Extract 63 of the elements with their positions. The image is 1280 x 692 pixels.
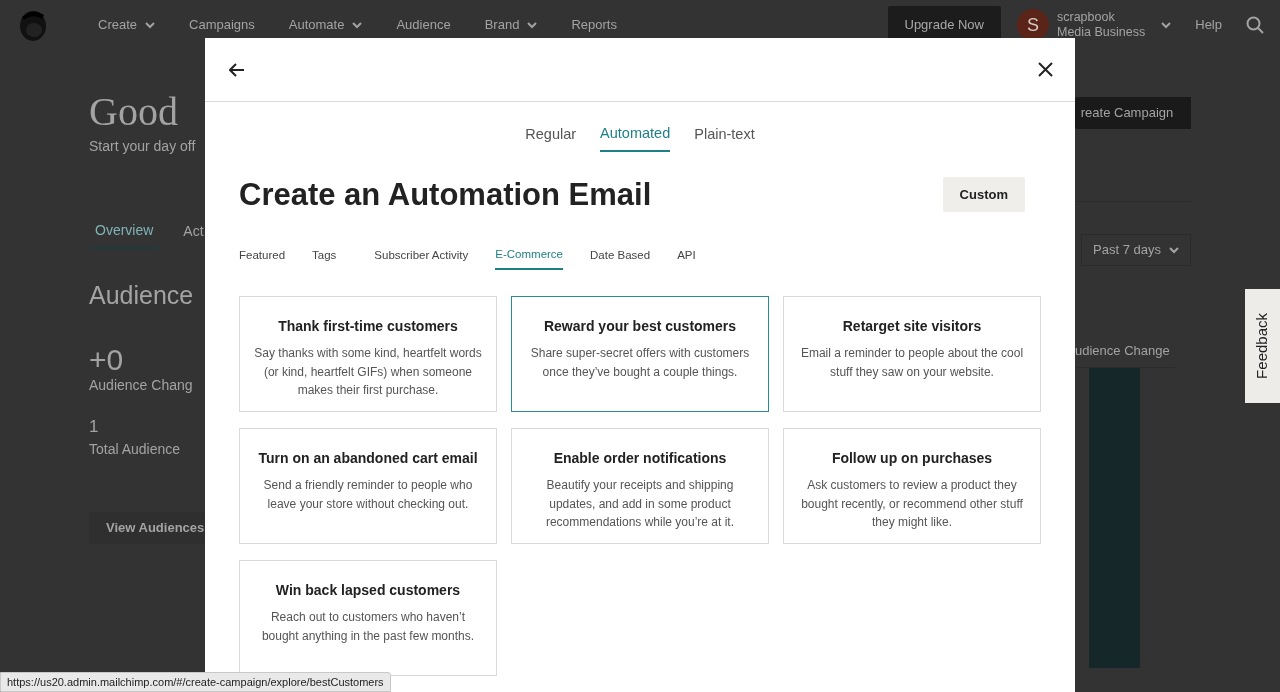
- category-tab[interactable]: E-Commerce: [495, 245, 563, 271]
- category-tab[interactable]: Date Based: [590, 245, 651, 271]
- view-audiences-button[interactable]: View Audiences: [89, 512, 205, 544]
- automation-card[interactable]: Follow up on purchases Ask customers to review a product they bought recently, or recommend other stuff they might like.: [783, 428, 1041, 545]
- chevron-down-icon[interactable]: [1161, 21, 1172, 29]
- period-select[interactable]: Past 7 days: [1081, 234, 1191, 266]
- feedback-tab[interactable]: Feedback: [1245, 289, 1280, 403]
- card-description: Reach out to customers who haven’t bought anything in the past few months.: [260, 609, 476, 645]
- stat-label: Total Audience: [89, 440, 182, 459]
- card-title: Enable order notifications: [552, 449, 728, 469]
- nav-link[interactable]: Create: [98, 15, 156, 35]
- automation-card[interactable]: Retarget site visitors Email a reminder to people about the cool stuff they saw on your website.: [783, 296, 1041, 413]
- search-icon[interactable]: [1246, 16, 1264, 34]
- card-title: Turn on an abandoned cart email: [257, 449, 479, 469]
- tab[interactable]: Act: [177, 219, 210, 249]
- card-title: Win back lapsed customers: [274, 581, 462, 601]
- card-title: Reward your best customers: [542, 317, 738, 337]
- category-tab[interactable]: API: [677, 245, 696, 271]
- chevron-down-icon: [145, 21, 156, 29]
- tab[interactable]: Plain-text: [694, 123, 755, 152]
- category-tab[interactable]: Featured: [239, 245, 286, 271]
- card-description: Send a friendly reminder to people who leave your store without checking out.: [262, 477, 474, 513]
- automation-card[interactable]: Reward your best customers Share super-secret offers with customers once they’ve bought a couple things.: [511, 296, 769, 413]
- card-description: Ask customers to review a product they bought recently, or recommend other stuff they might like.: [800, 477, 1024, 532]
- card-title: Follow up on purchases: [830, 449, 994, 469]
- close-icon[interactable]: [1038, 62, 1053, 77]
- card-description: Beautify your receipts and shipping updates, and add in some product recommendations while you’re at it.: [544, 477, 736, 532]
- card-description: Say thanks with some kind, heartfelt words (or kind, heartfelt GIFs) when someone makes their first purchase.: [254, 345, 482, 400]
- nav-link[interactable]: Brand: [484, 15, 538, 35]
- card-description: Share super-secret offers with customers once they’ve bought a couple things.: [529, 345, 751, 381]
- account-plan: Media Business: [1057, 25, 1146, 40]
- stat-label: Audience Chang: [89, 375, 194, 395]
- category-tab[interactable]: Tags: [312, 245, 337, 271]
- greeting: Good: [89, 92, 179, 132]
- automation-card[interactable]: Enable order notifications Beautify your receipts and shipping updates, and add in some product recommendations while you’re at it.: [511, 428, 769, 545]
- chevron-down-icon: [1168, 246, 1179, 254]
- create-campaign-button[interactable]: reate Campaign: [1075, 97, 1191, 129]
- tab[interactable]: Overview: [89, 219, 160, 249]
- card-title: Thank first-time customers: [277, 317, 459, 337]
- chevron-down-icon: [527, 21, 538, 29]
- card-title: Retarget site visitors: [841, 317, 983, 337]
- avatar[interactable]: S: [1017, 9, 1049, 41]
- stat-value: 1: [89, 415, 100, 438]
- subtitle: Start your day off: [89, 137, 197, 156]
- nav-link[interactable]: Automate: [288, 15, 363, 35]
- help-link[interactable]: Help: [1195, 15, 1222, 35]
- category-tab[interactable]: Subscriber Activity: [374, 245, 469, 271]
- section-title: Audience: [89, 280, 195, 311]
- tab[interactable]: Regular: [525, 123, 577, 152]
- custom-button[interactable]: Custom: [942, 176, 1025, 213]
- automation-card[interactable]: Turn on an abandoned cart email Send a friendly reminder to people who leave your store without checking out.: [239, 428, 497, 545]
- chevron-down-icon: [352, 21, 363, 29]
- modal-title: Create an Automation Email: [239, 175, 652, 213]
- stat-value: +0: [89, 344, 125, 375]
- nav-link[interactable]: Campaigns: [189, 15, 255, 35]
- automation-card[interactable]: Thank first-time customers Say thanks with some kind, heartfelt words (or kind, heartfelt GIFs) when someone makes their first purchase.: [239, 296, 497, 413]
- card-description: Email a reminder to people about the cool stuff they saw on your website.: [799, 345, 1025, 381]
- tab[interactable]: Automated: [600, 123, 671, 152]
- nav-link[interactable]: Reports: [571, 15, 617, 35]
- status-url: https://us20.admin.mailchimp.com/#/create-campaign/explore/bestCustomers: [0, 671, 391, 692]
- account-name: scrapbook: [1057, 10, 1116, 25]
- back-arrow-icon[interactable]: [229, 62, 245, 77]
- nav-link[interactable]: Audience: [396, 15, 451, 35]
